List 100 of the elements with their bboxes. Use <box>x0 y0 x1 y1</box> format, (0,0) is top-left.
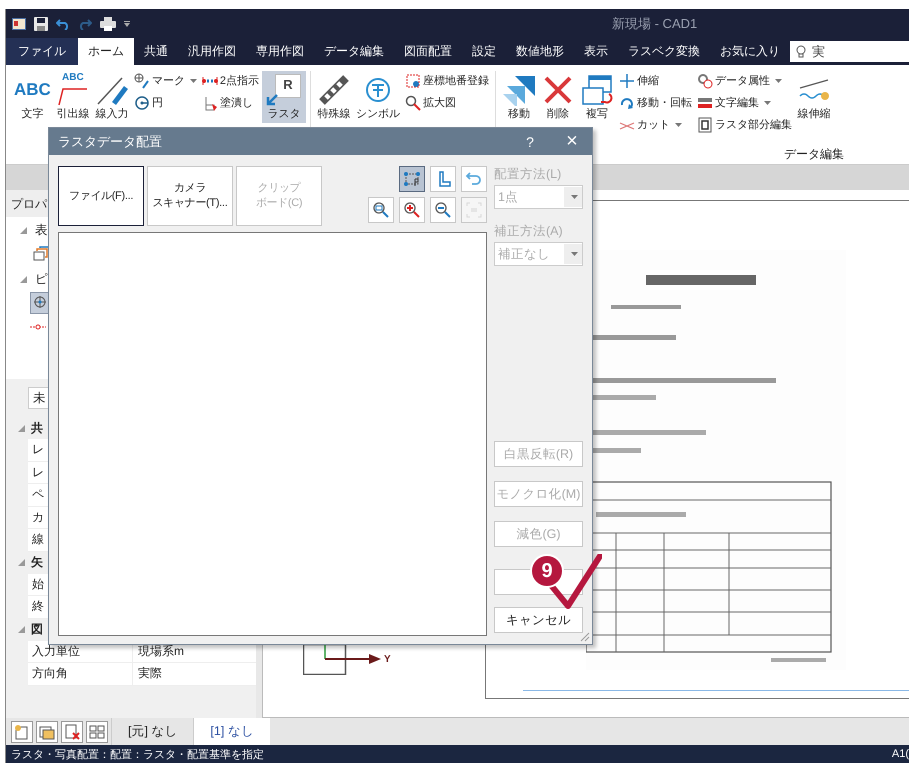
ribbon-button[interactable]: 塗潰し <box>202 93 259 112</box>
group-label: 矢 <box>31 554 43 571</box>
cross-arrows-icon <box>618 72 635 88</box>
property-name: ペ <box>31 486 45 504</box>
ribbon-group-label: データ編集 <box>784 146 844 164</box>
search-field[interactable]: 実 <box>790 41 909 62</box>
field-label: 補正方法(A) <box>494 223 564 240</box>
actual-size-icon <box>465 201 483 219</box>
ribbon-tab[interactable]: 図面配置 <box>394 38 462 65</box>
glyph-text: ABC <box>14 80 51 100</box>
ribbon-button[interactable]: 複写 <box>578 71 616 123</box>
ribbon-button[interactable]: ABC 引出線 <box>54 71 92 123</box>
ribbon-tab[interactable]: 汎用作図 <box>178 38 246 65</box>
ribbon-button[interactable]: 線入力 <box>92 71 131 123</box>
ribbon-button[interactable]: カット <box>618 115 692 134</box>
ribbon-button[interactable]: 線伸縮 <box>794 71 833 123</box>
ribbon-button[interactable]: シンボル <box>354 71 402 123</box>
ribbon-button[interactable]: 円 <box>134 93 197 112</box>
striped-line-icon <box>318 74 350 106</box>
property-name: レ <box>31 464 45 481</box>
arrow-icon <box>266 94 278 106</box>
close-button[interactable]: × <box>552 130 592 153</box>
tool-button[interactable] <box>430 166 456 192</box>
group-label: 図 <box>31 621 43 638</box>
toolbar-button[interactable] <box>36 720 58 742</box>
redo-icon <box>78 18 92 30</box>
ribbon-button[interactable]: 伸縮 <box>618 71 692 90</box>
toolbar-button[interactable] <box>86 720 108 742</box>
ribbon-button[interactable]: データ属性 <box>696 71 792 90</box>
copy-window-icon <box>580 74 613 106</box>
source-button[interactable]: ファイル(F)... <box>58 166 144 226</box>
ribbon-button[interactable]: マーク <box>134 71 197 90</box>
ribbon-tab[interactable]: 専用作図 <box>246 38 314 65</box>
zoom-out-icon <box>434 201 452 219</box>
save-icon <box>34 16 48 30</box>
ribbon-button[interactable]: 特殊線 <box>314 71 353 123</box>
ribbon-tab[interactable]: ラスベク変換 <box>618 38 710 65</box>
source-button[interactable]: カメラ スキャナー(T)... <box>147 166 233 226</box>
ribbon-button[interactable]: ラスタ部分編集 <box>696 115 792 134</box>
ribbon-button[interactable]: 拡大図 <box>404 93 489 112</box>
toolbar-button[interactable] <box>61 720 83 742</box>
layers-icon <box>33 246 49 262</box>
ribbon-button[interactable]: 座標地番登録 <box>404 71 489 90</box>
tool-button[interactable] <box>368 197 394 223</box>
section-label: ピ <box>35 271 48 288</box>
circle-icon <box>134 94 150 110</box>
ribbon-tab[interactable]: 数値地形 <box>506 38 574 65</box>
ribbon-button[interactable]: 文字編集 <box>696 93 792 112</box>
tool-button[interactable] <box>399 197 425 223</box>
window-title: 新現場 - CAD1 <box>612 14 698 32</box>
ribbon-tab[interactable]: 表示 <box>574 38 618 65</box>
tool-button[interactable] <box>399 166 425 192</box>
move-arrows-icon <box>502 74 535 106</box>
ribbon-button[interactable]: R ラスタ <box>262 71 306 123</box>
ribbon-tab[interactable]: ホーム <box>78 38 134 65</box>
zoom-window-icon <box>372 201 390 219</box>
status-message: ラスタ・写真配置：配置：ラスタ・配置基準を指定 <box>11 748 264 762</box>
help-button[interactable]: ? <box>508 134 552 150</box>
property-name: カ <box>31 508 45 526</box>
property-name: レ <box>31 441 45 458</box>
customize-icon <box>124 20 130 26</box>
toolbar-button[interactable] <box>11 720 33 742</box>
ribbon-tab[interactable]: データ編集 <box>314 38 394 65</box>
ribbon-tab[interactable]: 共通 <box>134 38 178 65</box>
ribbon-button[interactable]: 移動・回転 <box>618 93 692 112</box>
crosshair-p-icon <box>33 295 49 311</box>
sheet-tab[interactable]: [1] なし <box>193 718 270 745</box>
sheet-delete-icon <box>64 724 80 740</box>
ribbon-button[interactable]: 移動 <box>500 71 538 123</box>
delete-x-icon <box>542 74 574 106</box>
property-name: 終 <box>31 598 45 616</box>
dialog-title: ラスタデータ配置 <box>58 132 163 150</box>
ribbon-button[interactable]: 2点指示 <box>202 71 259 90</box>
print-icon <box>100 16 116 30</box>
field-label: 配置方法(L) <box>494 166 562 183</box>
undo-icon <box>56 18 70 30</box>
magnifier-icon <box>404 94 421 110</box>
file-tab[interactable]: ファイル <box>6 38 78 65</box>
group-label: 共 <box>31 420 43 436</box>
property-name: 線 <box>31 531 45 548</box>
sheet-add-icon <box>39 724 55 740</box>
caret-icon <box>571 195 578 199</box>
property-value: 実際 <box>132 663 162 684</box>
caret-icon <box>571 252 578 256</box>
status-position: A1( <box>892 748 909 760</box>
point-p-icon <box>403 170 421 188</box>
section-label: 表 <box>35 222 48 239</box>
property-name: 方向角 <box>31 665 69 682</box>
cancel-button[interactable]: キャンセル <box>494 607 583 633</box>
line-point-icon <box>30 324 46 330</box>
ribbon-button[interactable]: ABC 文字 <box>12 71 53 123</box>
zoom-in-icon <box>403 201 421 219</box>
ribbon-button[interactable]: 削除 <box>538 71 577 123</box>
ribbon-tab[interactable]: お気に入り <box>710 38 790 65</box>
undo-icon <box>465 170 483 188</box>
new-sheet-icon <box>14 724 30 740</box>
ribbon-tab[interactable]: 設定 <box>462 38 506 65</box>
app-icon <box>12 18 26 30</box>
tool-button[interactable] <box>430 197 456 223</box>
sheet-list-icon <box>89 724 105 740</box>
